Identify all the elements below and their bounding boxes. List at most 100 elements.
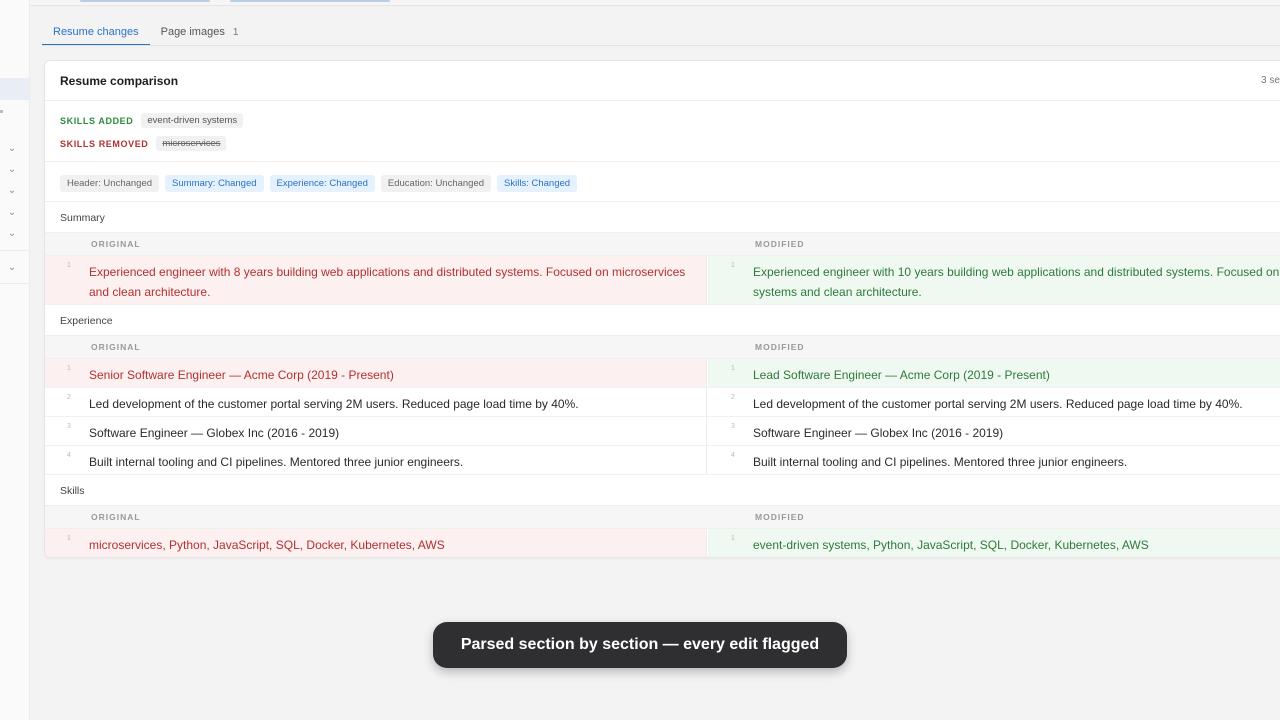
chevron-down-icon[interactable]: ⌄ xyxy=(6,185,18,197)
chevron-down-icon[interactable]: ⌄ xyxy=(6,164,18,176)
card-title: Resume comparison xyxy=(60,74,179,88)
diff-line: Lead Software Engineer — Acme Corp (2019… xyxy=(753,368,1050,382)
tab-page-images[interactable]: Page images 1 xyxy=(150,18,250,46)
section-status-badge[interactable]: Summary: Changed xyxy=(165,175,264,192)
modified-text: Led development of the customer portal s… xyxy=(753,395,1243,415)
diff-line: Built internal tooling and CI pipelines.… xyxy=(753,455,1128,469)
rail-dot xyxy=(0,110,3,113)
skills-added-label: SKILLS ADDED xyxy=(60,115,134,126)
tab-bar: Resume changes Page images 1 xyxy=(42,18,249,46)
skill-chip: event-driven systems xyxy=(141,113,244,128)
diff-row: 1 Senior Software Engineer — Acme Corp (2… xyxy=(45,359,1280,388)
left-rail: ⌄ ⌄ ⌄ ⌄ ⌄ ⌄ xyxy=(0,0,30,720)
line-number: 1 xyxy=(67,365,71,372)
skills-summary: SKILLS ADDED event-driven systems SKILLS … xyxy=(45,101,1280,162)
line-number: 4 xyxy=(731,452,735,459)
modified-cell: 1 event-driven systems, Python, JavaScrip… xyxy=(708,529,1280,557)
original-column-label: ORIGINAL xyxy=(91,342,141,352)
modified-cell: 1 Experienced engineer with 10 years buil… xyxy=(708,256,1280,304)
diff-line: event-driven systems, Python, JavaScript… xyxy=(753,538,1149,552)
section-status-badge[interactable]: Experience: Changed xyxy=(269,175,375,192)
original-cell: 1 microservices, Python, JavaScript, SQL,… xyxy=(45,529,707,557)
modified-column-label: MODIFIED xyxy=(755,342,805,352)
original-text: Built internal tooling and CI pipelines.… xyxy=(89,453,463,473)
original-column-label: ORIGINAL xyxy=(91,512,141,522)
modified-text: Lead Software Engineer — Acme Corp (2019… xyxy=(753,366,1050,386)
chevron-down-icon[interactable]: ⌄ xyxy=(6,228,18,240)
line-number: 2 xyxy=(67,394,71,401)
diff-line: Experienced engineer with 8 years buildi… xyxy=(89,265,686,279)
original-cell: 4 Built internal tooling and CI pipelines… xyxy=(45,446,707,474)
diff-line: and clean architecture. xyxy=(89,284,211,299)
diff-column-header: ORIGINAL MODIFIED xyxy=(45,232,1280,256)
diff-line: Software Engineer — Globex Inc (2016 - 2… xyxy=(753,426,1004,440)
tab-count-badge: 1 xyxy=(232,27,239,38)
line-number: 1 xyxy=(731,535,735,542)
resume-comparison-card: Resume comparison 3 se SKILLS ADDED event… xyxy=(44,60,1280,558)
chevron-down-icon[interactable]: ⌄ xyxy=(6,143,18,155)
toast-message: Parsed section by section — every edit f… xyxy=(433,622,847,668)
section-status-badge[interactable]: Education: Unchanged xyxy=(380,175,492,192)
diff-line: Experienced engineer with 10 years build… xyxy=(753,265,1280,279)
line-number: 1 xyxy=(731,262,735,269)
toolbar-button[interactable] xyxy=(80,0,210,2)
modified-cell: 2 Led development of the customer portal … xyxy=(708,388,1280,416)
diff-line: Software Engineer — Globex Inc (2016 - 2… xyxy=(89,426,340,440)
tab-bar-divider xyxy=(42,45,1280,46)
tab-label: Page images xyxy=(160,26,225,38)
skills-removed-row: SKILLS REMOVED microservices xyxy=(60,136,227,151)
card-header: Resume comparison 3 se xyxy=(45,61,1280,101)
original-cell: 1 Experienced engineer with 8 years build… xyxy=(45,256,707,304)
original-cell: 1 Senior Software Engineer — Acme Corp (2… xyxy=(45,359,707,387)
modified-text: Software Engineer — Globex Inc (2016 - 2… xyxy=(753,424,1003,444)
rail-active-item[interactable] xyxy=(0,78,29,100)
diff-line: Led development of the customer portal s… xyxy=(753,397,1243,411)
original-text: Software Engineer — Globex Inc (2016 - 2… xyxy=(89,424,339,444)
chevron-down-icon[interactable]: ⌄ xyxy=(6,262,18,274)
modified-column-label: MODIFIED xyxy=(755,239,805,249)
top-toolbar xyxy=(30,0,1280,6)
diff-section-title: Experience xyxy=(60,315,113,327)
original-cell: 3 Software Engineer — Globex Inc (2016 - … xyxy=(45,417,707,445)
diff-column-header: ORIGINAL MODIFIED xyxy=(45,335,1280,359)
modified-text: Experienced engineer with 10 years build… xyxy=(753,263,1279,302)
section-status-list: Header: Unchanged Summary: Changed Experie… xyxy=(60,175,578,192)
diff-line: microservices, Python, JavaScript, SQL, … xyxy=(89,538,445,552)
modified-text: event-driven systems, Python, JavaScript… xyxy=(753,536,1149,556)
diff-row: 1 microservices, Python, JavaScript, SQL,… xyxy=(45,529,1280,557)
diff-line: Built internal tooling and CI pipelines.… xyxy=(89,455,464,469)
modified-cell: 4 Built internal tooling and CI pipelines… xyxy=(708,446,1280,474)
original-column-label: ORIGINAL xyxy=(91,239,141,249)
line-number: 3 xyxy=(67,423,71,430)
line-number: 4 xyxy=(67,452,71,459)
skill-chip: microservices xyxy=(156,136,227,151)
tab-label: Resume changes xyxy=(53,26,139,38)
section-status-badge[interactable]: Skills: Changed xyxy=(497,175,578,192)
skills-removed-label: SKILLS REMOVED xyxy=(60,138,149,149)
original-cell: 2 Led development of the customer portal … xyxy=(45,388,707,416)
diff-line: systems and clean architecture. xyxy=(753,284,922,299)
original-text: Experienced engineer with 8 years buildi… xyxy=(89,263,685,302)
modified-text: Built internal tooling and CI pipelines.… xyxy=(753,453,1127,473)
line-number: 2 xyxy=(731,394,735,401)
diff-container: Summary ORIGINAL MODIFIED 1 Experienced engi… xyxy=(45,202,1280,557)
toolbar-button[interactable] xyxy=(230,0,390,2)
modified-cell: 1 Lead Software Engineer — Acme Corp (201… xyxy=(708,359,1280,387)
tab-resume-changes[interactable]: Resume changes xyxy=(42,18,150,46)
chevron-down-icon[interactable]: ⌄ xyxy=(6,207,18,219)
card-meta: 3 se xyxy=(1261,75,1280,86)
section-status-badge[interactable]: Header: Unchanged xyxy=(60,175,160,192)
diff-row: 4 Built internal tooling and CI pipelines… xyxy=(45,446,1280,475)
line-number: 1 xyxy=(67,262,71,269)
line-number: 1 xyxy=(67,535,71,542)
diff-row: 3 Software Engineer — Globex Inc (2016 - … xyxy=(45,417,1280,446)
line-number: 1 xyxy=(731,365,735,372)
diff-section-title: Summary xyxy=(60,212,105,224)
original-text: microservices, Python, JavaScript, SQL, … xyxy=(89,536,445,556)
diff-row: 2 Led development of the customer portal … xyxy=(45,388,1280,417)
diff-line: Led development of the customer portal s… xyxy=(89,397,579,411)
section-status-bar: Header: Unchanged Summary: Changed Experie… xyxy=(45,162,1280,202)
original-text: Senior Software Engineer — Acme Corp (20… xyxy=(89,366,394,386)
modified-cell: 3 Software Engineer — Globex Inc (2016 - … xyxy=(708,417,1280,445)
diff-section-title: Skills xyxy=(60,485,85,497)
